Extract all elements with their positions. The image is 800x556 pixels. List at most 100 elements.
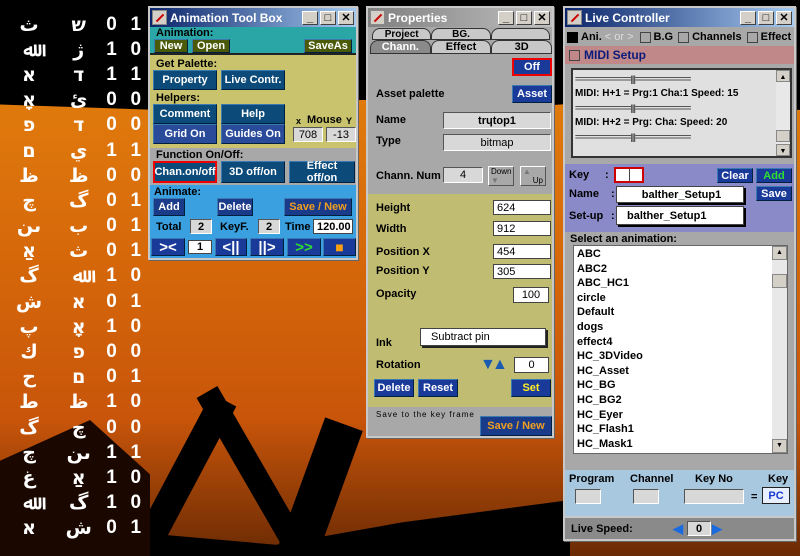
bg-checkbox[interactable]: [639, 31, 651, 43]
off-button[interactable]: Off: [512, 58, 552, 76]
stop-button[interactable]: ■: [323, 238, 356, 256]
opacity-input[interactable]: 100: [513, 287, 549, 303]
speed-increase-icon[interactable]: ▶: [712, 521, 722, 537]
position-y-input[interactable]: 305: [493, 264, 551, 279]
play-button[interactable]: >>: [287, 238, 321, 256]
add-button[interactable]: Add: [756, 168, 792, 183]
close-icon[interactable]: ✕: [338, 10, 354, 25]
midi-log-scrollbar[interactable]: ▲ ▼: [776, 70, 790, 156]
animation-list-item[interactable]: ABC: [577, 247, 787, 262]
delete-button[interactable]: Delete: [217, 198, 253, 216]
animation-list-item[interactable]: HC_BG: [577, 378, 787, 393]
close-icon[interactable]: ✕: [534, 10, 550, 25]
setup-input[interactable]: balther_Setup1: [616, 206, 744, 225]
animation-list-item[interactable]: ABC2: [577, 262, 787, 277]
midi-setup-checkbox[interactable]: [569, 49, 580, 61]
tab-bg[interactable]: BG.: [431, 28, 491, 40]
live-titlebar[interactable]: Live Controller _ □ ✕: [565, 8, 794, 27]
channels-checkbox[interactable]: [678, 31, 690, 43]
program-field[interactable]: [575, 489, 601, 504]
ani-checkbox[interactable]: [567, 31, 578, 43]
tab-effect[interactable]: Effect: [430, 40, 492, 54]
first-frame-button[interactable]: ><: [151, 238, 185, 256]
animation-list-item[interactable]: dogs: [577, 320, 787, 335]
grid-on-button[interactable]: Grid On: [153, 124, 217, 144]
position-x-input[interactable]: 454: [493, 244, 551, 259]
animation-list-item[interactable]: HC_Mask1: [577, 437, 787, 452]
key-section: Key : Clear Add Name : balther_Setup1 Sa…: [565, 164, 794, 232]
save-new-button[interactable]: Save / New: [480, 416, 552, 436]
saveas-button[interactable]: SaveAs: [304, 39, 352, 53]
animation-list-item[interactable]: HC_Asset: [577, 364, 787, 379]
new-button[interactable]: New: [154, 39, 188, 53]
close-icon[interactable]: ✕: [776, 10, 792, 25]
set-button[interactable]: Set: [511, 379, 551, 397]
guides-on-button[interactable]: Guides On: [221, 124, 285, 144]
rotate-increase-icon[interactable]: ▲: [492, 356, 508, 374]
scroll-down-icon[interactable]: ▼: [772, 439, 787, 453]
animation-list-item[interactable]: ABC_HC1: [577, 276, 787, 291]
reset-button[interactable]: Reset: [418, 379, 458, 397]
animation-list-item[interactable]: circle: [577, 291, 787, 306]
scroll-down-icon[interactable]: ▼: [776, 144, 790, 156]
ink-dropdown[interactable]: Subtract pin: [420, 328, 546, 346]
height-input[interactable]: 624: [493, 200, 551, 215]
animation-list-item[interactable]: HC_3DVideo: [577, 349, 787, 364]
minimize-icon[interactable]: _: [498, 10, 514, 25]
animation-list-item[interactable]: HC_Mora: [577, 451, 787, 453]
scroll-thumb[interactable]: [772, 274, 787, 288]
toolbox-titlebar[interactable]: Animation Tool Box _ □ ✕: [150, 8, 356, 27]
maximize-icon[interactable]: □: [758, 10, 774, 25]
maximize-icon[interactable]: □: [320, 10, 336, 25]
animation-list-scrollbar[interactable]: ▲ ▼: [772, 246, 787, 453]
effect-onoff-button[interactable]: Effect off/on: [289, 160, 355, 184]
maximize-icon[interactable]: □: [516, 10, 532, 25]
rotation-input[interactable]: 0: [514, 357, 549, 373]
next-frame-button[interactable]: ||>: [250, 238, 284, 256]
key-label: Key: [569, 169, 590, 181]
asset-button[interactable]: Asset: [512, 85, 552, 103]
animation-list-item[interactable]: effect4: [577, 335, 787, 350]
animation-list[interactable]: ABC ABC2 ABC_HC1 circle Default dogs effect4 HC…: [573, 245, 788, 454]
speed-decrease-icon[interactable]: ◀: [673, 521, 683, 537]
width-input[interactable]: 912: [493, 221, 551, 236]
comment-button[interactable]: Comment: [153, 104, 217, 124]
scroll-up-icon[interactable]: ▲: [776, 70, 790, 82]
chan-onoff-button[interactable]: Chan.on/off: [153, 161, 217, 183]
add-button[interactable]: Add: [153, 198, 185, 216]
time-field[interactable]: 120.00: [313, 219, 353, 234]
channel-field[interactable]: [633, 489, 659, 504]
properties-titlebar[interactable]: Properties _ □ ✕: [368, 8, 552, 27]
down-button[interactable]: Down ▼: [488, 166, 514, 186]
frame-field[interactable]: 1: [188, 240, 212, 254]
animation-list-item[interactable]: HC_Flash1: [577, 422, 787, 437]
tab-project[interactable]: Project: [372, 28, 432, 40]
animation-list-item[interactable]: Default: [577, 305, 787, 320]
animation-list-item[interactable]: HC_Eyer: [577, 408, 787, 423]
up-button[interactable]: ▲ Up: [520, 166, 546, 186]
3d-onoff-button[interactable]: 3D off/on: [221, 161, 285, 183]
keyno-field[interactable]: [684, 489, 744, 504]
delete-button[interactable]: Delete: [374, 379, 414, 397]
prev-frame-button[interactable]: <||: [215, 238, 247, 256]
tab-channel[interactable]: Chann.: [370, 40, 431, 54]
live-controller-button[interactable]: Live Contr.: [221, 70, 285, 90]
save-new-button[interactable]: Save / New: [284, 198, 352, 216]
open-button[interactable]: Open: [192, 39, 230, 53]
tab-3d[interactable]: 3D: [491, 40, 553, 54]
scroll-thumb[interactable]: [776, 130, 790, 142]
minimize-icon[interactable]: _: [740, 10, 756, 25]
scroll-up-icon[interactable]: ▲: [772, 246, 787, 260]
glyph: א: [71, 290, 86, 313]
key-input[interactable]: [614, 167, 644, 183]
helpers-label: Helpers:: [156, 92, 201, 104]
save-button[interactable]: Save: [756, 186, 792, 201]
glyph: غ: [22, 466, 36, 489]
help-button[interactable]: Help: [221, 104, 285, 124]
effect-checkbox[interactable]: [746, 31, 758, 43]
name-input[interactable]: balther_Setup1: [616, 186, 744, 203]
clear-button[interactable]: Clear: [717, 168, 753, 183]
minimize-icon[interactable]: _: [302, 10, 318, 25]
property-button[interactable]: Property: [153, 70, 217, 90]
animation-list-item[interactable]: HC_BG2: [577, 393, 787, 408]
